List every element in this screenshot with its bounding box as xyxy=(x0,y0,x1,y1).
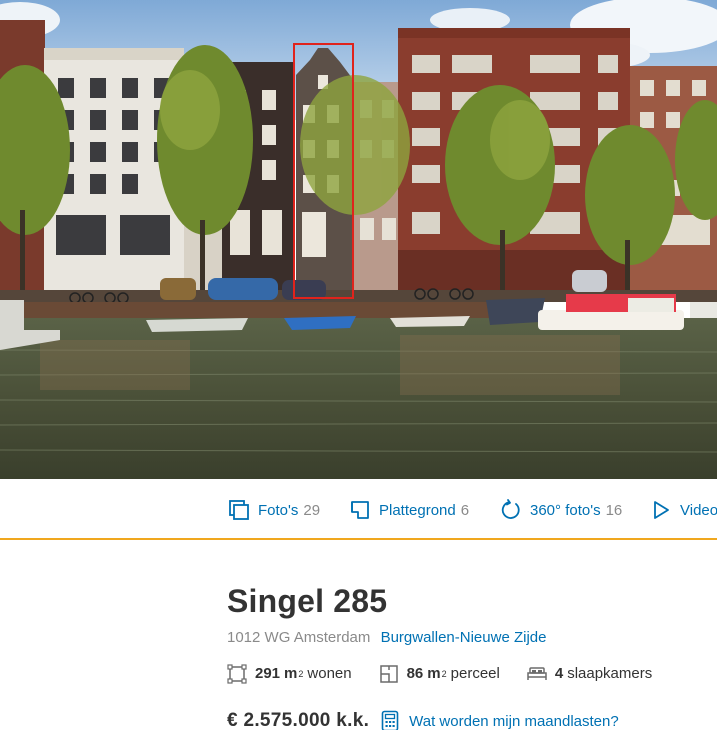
360-icon xyxy=(501,499,520,519)
plot-area-unit: m xyxy=(427,665,441,682)
asking-price: € 2.575.000 k.k. xyxy=(227,710,370,730)
tab-floorplan[interactable]: Plattegrond 6 xyxy=(349,498,469,522)
bed-icon xyxy=(527,667,547,680)
living-area-unit: m xyxy=(284,665,298,682)
plot-area-unit-sup: 2 xyxy=(441,669,447,679)
living-area: 291 m2 wonen xyxy=(227,664,352,684)
living-area-value: 291 xyxy=(255,665,281,682)
plot-area-value: 86 xyxy=(406,665,424,682)
plot-area: 86 m2 perceel xyxy=(379,664,500,684)
tab-360-count: 16 xyxy=(605,501,623,519)
listing-title: Singel 285 xyxy=(227,583,388,619)
hero-photo[interactable] xyxy=(0,0,717,479)
neighborhood-link[interactable]: Burgwallen-Nieuwe Zijde xyxy=(381,629,547,646)
living-area-unit-sup: 2 xyxy=(298,669,304,679)
price-row: € 2.575.000 k.k. Wat worden mijn maandla… xyxy=(227,710,707,730)
tab-video[interactable]: Video xyxy=(650,498,717,522)
address-row: 1012 WG Amsterdam Burgwallen-Nieuwe Zijd… xyxy=(227,628,707,648)
monthly-costs-link[interactable]: Wat worden mijn maandlasten? xyxy=(381,710,619,730)
key-features: 291 m2 wonen 86 m2 perceel 4 slaapkamers xyxy=(227,664,707,684)
monthly-costs-label: Wat worden mijn maandlasten? xyxy=(409,712,619,730)
postal-address: 1012 WG Amsterdam xyxy=(227,629,371,646)
tab-video-label: Video xyxy=(680,501,717,519)
plot-area-icon xyxy=(379,665,398,683)
bedrooms-label: slaapkamers xyxy=(567,665,653,682)
living-area-icon xyxy=(227,664,247,684)
living-area-label: wonen xyxy=(307,665,352,682)
tab-360-photos[interactable]: 360° foto's 16 xyxy=(500,498,622,522)
photos-icon xyxy=(229,500,249,520)
listing-summary: Singel 285 1012 WG Amsterdam Burgwallen-… xyxy=(227,580,707,730)
media-navigation: Foto's 29 Plattegrond 6 360° foto's 16 V… xyxy=(0,479,717,540)
canal-photo xyxy=(0,0,717,479)
tab-floorplan-count: 6 xyxy=(460,501,470,519)
tab-photos[interactable]: Foto's 29 xyxy=(228,498,320,522)
tab-360-label: 360° foto's xyxy=(530,501,601,519)
calculator-icon xyxy=(381,710,399,730)
tab-photos-count: 29 xyxy=(303,501,321,519)
tab-photos-label: Foto's xyxy=(258,501,299,519)
bedrooms-value: 4 xyxy=(554,665,564,682)
plot-area-label: perceel xyxy=(450,665,500,682)
floorplan-icon xyxy=(351,501,369,519)
play-icon xyxy=(654,501,669,519)
tab-floorplan-label: Plattegrond xyxy=(379,501,456,519)
bedrooms: 4 slaapkamers xyxy=(527,664,652,684)
